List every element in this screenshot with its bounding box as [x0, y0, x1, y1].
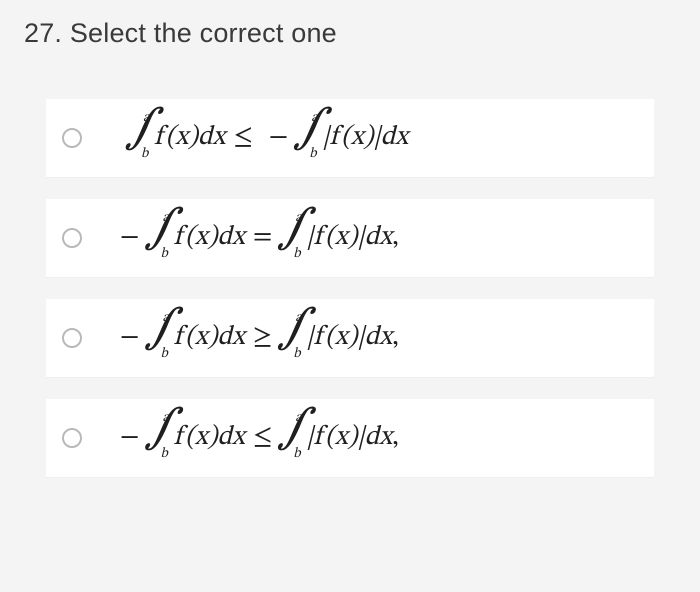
option-2-expression: − ∫ a b f (x)dx = ∫ a b |f (x)|dx ,: [112, 215, 399, 261]
integrand-right: |f (x)|dx: [306, 221, 392, 255]
radio-icon: [62, 428, 82, 448]
question-number: 27.: [24, 18, 62, 48]
integrand-right: |f (x)|dx: [306, 321, 392, 355]
question-prompt: 27. Select the correct one: [0, 0, 700, 59]
integral-lower: b: [293, 445, 300, 463]
leading-op: −: [120, 221, 139, 255]
integral-icon: ∫ a b: [147, 415, 173, 461]
relation: ≤: [253, 421, 272, 455]
radio-icon: [62, 128, 82, 148]
relation: ≤: [233, 121, 252, 155]
option-4[interactable]: − ∫ a b f (x)dx ≤ ∫ a b |f (x)|dx ,: [46, 399, 654, 477]
integral-icon: ∫ a b: [128, 115, 154, 161]
integral-upper: a: [295, 209, 302, 227]
integral-icon: ∫ a b: [296, 115, 322, 161]
integral-lower: b: [160, 345, 167, 363]
radio-icon: [62, 228, 82, 248]
minus-op: −: [269, 121, 288, 155]
integral-upper: a: [143, 109, 150, 127]
integral-lower: b: [160, 445, 167, 463]
integrand-left: f (x)dx: [154, 121, 225, 155]
trailing: ,: [392, 321, 399, 355]
relation: =: [253, 221, 272, 255]
integral-icon: ∫ a b: [280, 415, 306, 461]
leading-op: −: [120, 321, 139, 355]
integrand-left: f (x)dx: [173, 321, 244, 355]
integral-lower: b: [309, 145, 316, 163]
integral-lower: b: [293, 345, 300, 363]
question-text: Select the correct one: [70, 18, 337, 48]
integral-upper: a: [295, 309, 302, 327]
leading-op: −: [120, 421, 139, 455]
integral-upper: a: [162, 409, 169, 427]
integrand-left: f (x)dx: [173, 421, 244, 455]
option-1-expression: ∫ a b f (x)dx ≤ − ∫ a b |f (x)|dx: [112, 115, 408, 161]
integral-icon: ∫ a b: [147, 215, 173, 261]
option-3-expression: − ∫ a b f (x)dx ≥ ∫ a b |f (x)|dx ,: [112, 315, 399, 361]
option-2[interactable]: − ∫ a b f (x)dx = ∫ a b |f (x)|dx ,: [46, 199, 654, 277]
integrand-left: f (x)dx: [173, 221, 244, 255]
integral-upper: a: [162, 309, 169, 327]
radio-icon: [62, 328, 82, 348]
option-1[interactable]: ∫ a b f (x)dx ≤ − ∫ a b |f (x)|dx: [46, 99, 654, 177]
integral-icon: ∫ a b: [280, 315, 306, 361]
integral-lower: b: [293, 245, 300, 263]
integral-icon: ∫ a b: [147, 315, 173, 361]
integral-icon: ∫ a b: [280, 215, 306, 261]
option-4-expression: − ∫ a b f (x)dx ≤ ∫ a b |f (x)|dx ,: [112, 415, 399, 461]
option-3[interactable]: − ∫ a b f (x)dx ≥ ∫ a b |f (x)|dx ,: [46, 299, 654, 377]
integrand-right: |f (x)|dx: [322, 121, 408, 155]
integral-lower: b: [141, 145, 148, 163]
trailing: ,: [392, 421, 399, 455]
trailing: ,: [392, 221, 399, 255]
integral-upper: a: [295, 409, 302, 427]
integrand-right: |f (x)|dx: [306, 421, 392, 455]
integral-upper: a: [311, 109, 318, 127]
integral-upper: a: [162, 209, 169, 227]
relation: ≥: [253, 321, 272, 355]
integral-lower: b: [160, 245, 167, 263]
options-list: ∫ a b f (x)dx ≤ − ∫ a b |f (x)|dx − ∫ a …: [0, 99, 700, 477]
